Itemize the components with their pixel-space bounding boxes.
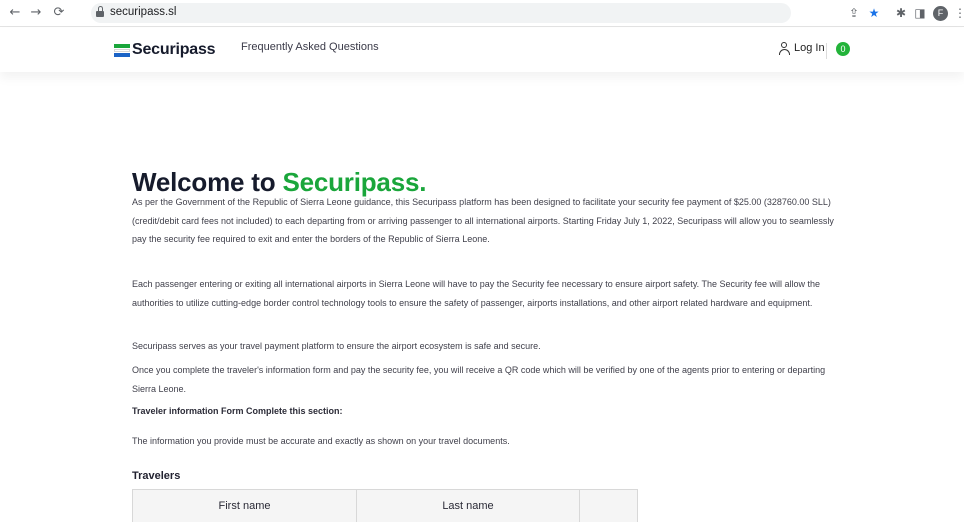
url-text[interactable]: securipass.sl [110, 6, 176, 18]
arrow-left-icon[interactable]: ← [6, 4, 24, 22]
column-header-last-name: Last name [357, 490, 580, 522]
security-fee-paragraph: Each passenger entering or exiting all i… [132, 279, 821, 308]
column-header-actions [580, 490, 637, 522]
browser-toolbar: ← → ⟳ securipass.sl ⇪ ★ ✱ ◨ F ⋮ [0, 0, 964, 27]
travelers-table: First name Last name [132, 489, 638, 522]
logo-text: Securipass [132, 41, 216, 58]
address-bar[interactable]: securipass.sl [91, 3, 791, 23]
user-icon [778, 42, 790, 55]
column-header-first-name: First name [133, 490, 357, 522]
travelers-heading: Travelers [132, 470, 181, 482]
bookmark-star-icon[interactable]: ★ [866, 5, 882, 21]
site-header: Securipass Frequently Asked Questions Lo… [0, 28, 964, 72]
menu-icon[interactable]: ⋮ [954, 5, 964, 21]
extensions-icon[interactable]: ✱ [893, 5, 909, 21]
platform-paragraph: Securipass serves as your travel payment… [132, 341, 541, 351]
header-divider [826, 43, 827, 59]
accuracy-notice: The information you provide must be accu… [132, 436, 510, 446]
login-label: Log In [794, 42, 825, 54]
reload-icon[interactable]: ⟳ [50, 4, 68, 22]
nav-faq-link[interactable]: Frequently Asked Questions [241, 41, 379, 53]
lock-icon[interactable] [96, 6, 104, 17]
form-section-label: Traveler information Form Complete this … [132, 406, 343, 416]
qr-code-paragraph: Once you complete the traveler's informa… [132, 365, 826, 394]
flag-logo-icon [114, 44, 130, 57]
profile-avatar[interactable]: F [933, 6, 948, 21]
cart-count-badge[interactable]: 0 [836, 42, 850, 56]
share-icon[interactable]: ⇪ [846, 5, 862, 21]
arrow-right-icon[interactable]: → [27, 4, 45, 22]
intro-paragraph: As per the Government of the Republic of… [132, 197, 834, 244]
side-panel-icon[interactable]: ◨ [912, 5, 928, 21]
